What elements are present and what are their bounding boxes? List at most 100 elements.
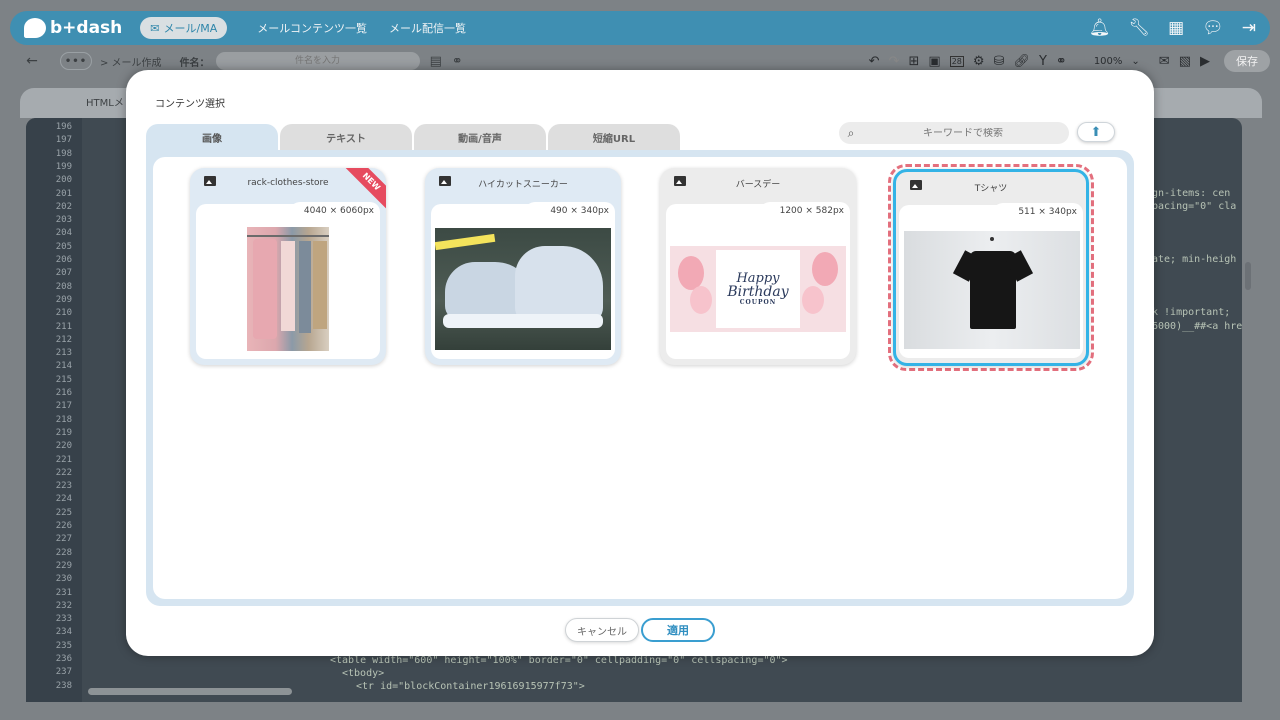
module-selector[interactable]: ✉ メール/MA xyxy=(140,17,228,39)
chat-icon[interactable]: 💬︎ xyxy=(1202,18,1224,38)
line-number: 204 xyxy=(55,228,72,239)
content-card-sneaker[interactable]: ハイカットスニーカー 490 × 340px xyxy=(425,168,621,365)
code-snippet: <table width="600" height="100%" border=… xyxy=(330,655,788,666)
birthday-art-text: Happy xyxy=(736,270,780,286)
undo-icon[interactable]: ↶ xyxy=(869,54,880,69)
preview-icon[interactable]: ▧ xyxy=(1179,54,1191,69)
card-dimensions: 490 × 340px xyxy=(525,202,615,220)
search-icon: ⌕ xyxy=(847,125,855,140)
content-select-modal: コンテンツ選択 画像 テキスト 動画/音声 短縮URL ⌕ ⬆ rack-clo… xyxy=(126,70,1154,656)
content-card-tshirt[interactable]: Tシャツ 511 × 340px xyxy=(893,169,1089,366)
line-number: 222 xyxy=(55,467,72,478)
card-thumbnail xyxy=(435,228,611,350)
line-number: 205 xyxy=(55,241,72,252)
logout-icon[interactable]: ⇥ xyxy=(1242,18,1256,38)
code-snippet: gn-items: cen xyxy=(1152,188,1231,199)
modal-footer: キャンセル 適用 xyxy=(126,618,1154,642)
tab-short-url[interactable]: 短縮URL xyxy=(548,124,680,150)
line-number: 219 xyxy=(55,427,72,438)
card-thumbnail xyxy=(904,231,1080,349)
line-number: 206 xyxy=(55,255,72,265)
card-thumbnail: Happy Birthday COUPON xyxy=(670,246,846,332)
chevron-down-icon[interactable]: ⌄ xyxy=(1131,56,1139,67)
nav-mail-contents[interactable]: メールコンテンツ一覧 xyxy=(257,20,367,36)
line-number: 224 xyxy=(55,494,72,505)
add-block-icon[interactable]: ⊞ xyxy=(908,54,919,69)
tab-html[interactable]: HTMLメ xyxy=(86,94,124,109)
content-card-rack-clothes[interactable]: rack-clothes-store 4040 × 6060px NEW xyxy=(190,168,386,365)
line-number: 226 xyxy=(55,521,72,531)
link-settings-icon-2[interactable]: ⚭ xyxy=(1056,54,1067,69)
modal-title: コンテンツ選択 xyxy=(155,99,225,110)
line-number: 213 xyxy=(55,348,72,359)
link-icon[interactable]: 🔗︎ xyxy=(1013,54,1030,69)
link-settings-icon[interactable]: ⚭ xyxy=(452,54,463,69)
calendar-icon[interactable]: 28 xyxy=(949,55,964,67)
nav-mail-delivery[interactable]: メール配信一覧 xyxy=(389,20,466,36)
code-snippet: 6000)__##<a hre xyxy=(1152,321,1243,332)
logo-icon xyxy=(24,18,46,38)
keyword-search: ⌕ xyxy=(839,122,1069,144)
wrench-icon[interactable]: 🔧︎ xyxy=(1129,18,1151,38)
line-number: 218 xyxy=(55,414,72,425)
cancel-button[interactable]: キャンセル xyxy=(565,618,639,642)
line-number: 201 xyxy=(55,188,72,199)
top-nav-bar: b+dash ✉ メール/MA メールコンテンツ一覧 メール配信一覧 🔔︎ 🔧︎… xyxy=(10,11,1270,45)
vertical-scrollbar[interactable] xyxy=(1245,262,1251,290)
upload-icon: ⬆ xyxy=(1090,124,1102,140)
horizontal-scrollbar[interactable] xyxy=(88,688,292,695)
card-dimensions: 511 × 340px xyxy=(993,203,1083,221)
line-number: 235 xyxy=(55,640,72,651)
line-number: 214 xyxy=(55,361,72,372)
line-number: 221 xyxy=(55,454,72,465)
zoom-select[interactable]: 100% xyxy=(1094,56,1123,67)
line-number: 203 xyxy=(55,215,72,226)
back-arrow-icon[interactable]: ← xyxy=(22,53,42,69)
save-button[interactable]: 保存 xyxy=(1224,50,1270,72)
line-number: 197 xyxy=(55,135,72,146)
content-type-tabs: 画像 テキスト 動画/音声 短縮URL xyxy=(146,124,680,150)
subject-input[interactable] xyxy=(215,52,420,70)
logo[interactable]: b+dash xyxy=(24,18,122,38)
schedule-icon[interactable]: ▤ xyxy=(430,54,442,69)
line-number: 237 xyxy=(55,667,72,678)
line-number: 208 xyxy=(55,281,72,292)
line-number: 231 xyxy=(55,587,72,598)
database-icon[interactable]: ⛁ xyxy=(994,54,1005,69)
tab-text[interactable]: テキスト xyxy=(280,124,412,150)
line-number: 223 xyxy=(55,481,72,492)
line-number: 196 xyxy=(55,122,72,132)
tab-video-audio[interactable]: 動画/音声 xyxy=(414,124,546,150)
image-icon[interactable]: ▣ xyxy=(928,54,940,69)
code-snippet: ate; min-heigh xyxy=(1152,254,1237,265)
mail-folder-icon: ✉ xyxy=(150,21,160,35)
code-snippet: k !important; xyxy=(1152,307,1231,318)
content-card-birthday[interactable]: バースデー 1200 × 582px Happy Birthday COUPON xyxy=(660,168,856,365)
line-number: 230 xyxy=(55,574,72,585)
line-number: 227 xyxy=(55,534,72,545)
play-icon[interactable]: ▶ xyxy=(1200,54,1210,69)
upload-button[interactable]: ⬆ xyxy=(1077,122,1115,142)
image-icon xyxy=(674,176,686,186)
logo-text: b+dash xyxy=(50,18,123,38)
settings-icon[interactable]: ⚙ xyxy=(973,54,985,69)
mail-icon[interactable]: ✉ xyxy=(1159,54,1170,69)
branch-icon[interactable]: Y xyxy=(1039,54,1047,69)
line-number: 209 xyxy=(55,294,72,305)
image-icon xyxy=(439,176,451,186)
subject-label: 件名： xyxy=(179,57,210,69)
grid-icon[interactable]: ▦ xyxy=(1168,18,1184,38)
birthday-art-text: Birthday xyxy=(727,284,789,301)
bell-icon[interactable]: 🔔︎ xyxy=(1089,18,1111,38)
redo-icon[interactable]: ↷ xyxy=(889,54,900,69)
image-icon xyxy=(204,176,216,186)
line-number: 225 xyxy=(55,507,72,518)
search-input[interactable] xyxy=(863,127,1063,139)
line-number: 217 xyxy=(55,401,72,412)
tab-image[interactable]: 画像 xyxy=(146,124,278,150)
apply-button[interactable]: 適用 xyxy=(641,618,715,642)
line-number: 228 xyxy=(55,547,72,558)
birthday-art-text: COUPON xyxy=(739,299,777,307)
line-number-gutter: 196 197 198 199 200 201 202 203 204 205 206 207 208 2… xyxy=(26,118,82,702)
more-button[interactable]: ••• xyxy=(60,52,92,70)
